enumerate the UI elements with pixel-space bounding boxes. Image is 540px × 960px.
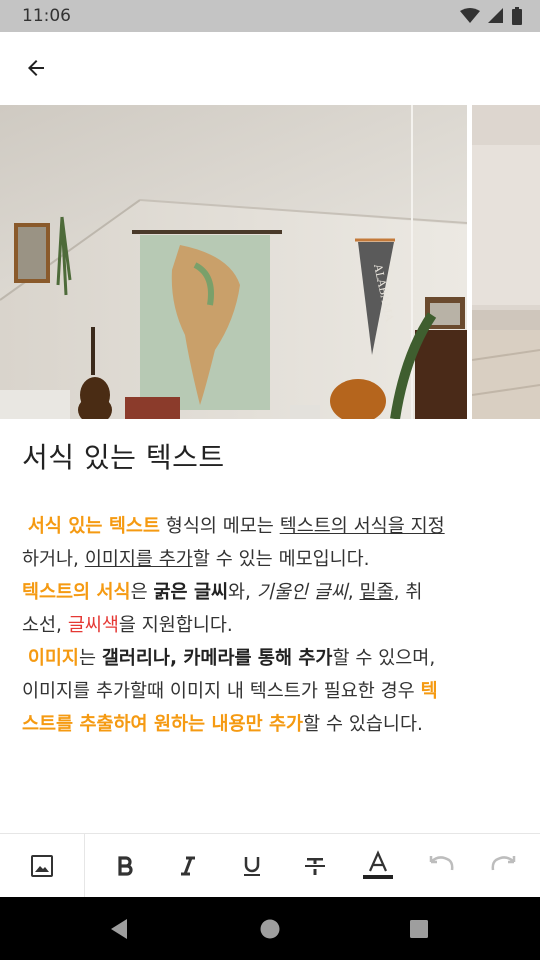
highlight-text: 스트를 추출하여 원하는 내용만 추가: [22, 714, 304, 735]
colored-text: 글씨색: [67, 615, 119, 636]
battery-icon: [512, 7, 522, 25]
underline-icon: [244, 857, 260, 876]
status-time: 11:06: [22, 6, 71, 26]
plain-text: 은: [130, 582, 154, 603]
attached-image[interactable]: ALABAMA: [0, 105, 467, 419]
image-icon: [31, 855, 53, 877]
nav-back-icon: [111, 919, 127, 939]
toolbar-divider: [84, 834, 85, 898]
highlight-text: 서식 있는 텍스트: [27, 516, 160, 537]
back-button[interactable]: [16, 48, 56, 88]
underline-button[interactable]: [232, 846, 272, 886]
undo-button[interactable]: [421, 846, 461, 886]
text-color-icon: [363, 850, 393, 879]
status-bar: 11:06: [0, 0, 540, 32]
room-photo: ALABAMA: [0, 105, 467, 419]
bold-icon: [118, 856, 133, 876]
body-line-3: 텍스트의 서식은 굵은 글씨와, 기울인 글씨, 밑줄, 취: [22, 576, 522, 609]
arrow-back-icon: [28, 60, 44, 76]
nav-recents-button[interactable]: [399, 909, 439, 949]
plain-text: 는: [78, 648, 102, 669]
bold-button[interactable]: [105, 846, 145, 886]
underlined-text: 밑줄: [359, 582, 394, 603]
note-body[interactable]: 서식 있는 텍스트 형식의 메모는 텍스트의 서식을 지정 하거나, 이미지를 …: [22, 510, 522, 741]
text-color-button[interactable]: [358, 846, 398, 886]
italic-icon: [181, 856, 195, 876]
body-line-2: 하거나, 이미지를 추가할 수 있는 메모입니다.: [22, 543, 522, 576]
system-nav-bar: [0, 897, 540, 960]
insert-image-button[interactable]: [22, 846, 62, 886]
bold-text: 굵은 글씨: [153, 582, 228, 603]
underlined-text: 텍스트의 서식을 지정: [279, 516, 445, 537]
nav-home-icon: [260, 919, 280, 939]
plain-text: , 취: [393, 582, 423, 603]
nav-back-button[interactable]: [100, 909, 140, 949]
body-line-5: 이미지는 갤러리나, 카메라를 통해 추가할 수 있으며,: [22, 642, 522, 675]
strikethrough-button[interactable]: [295, 846, 335, 886]
highlight-text: 텍: [420, 681, 438, 702]
plain-text: 하거나,: [22, 549, 85, 570]
plain-text: 할 수 있으며,: [332, 648, 436, 669]
plain-text: 을 지원합니다.: [118, 615, 233, 636]
body-line-7: 스트를 추출하여 원하는 내용만 추가할 수 있습니다.: [22, 708, 522, 741]
plain-text: 와,: [228, 582, 257, 603]
italic-text: 기울인 글씨: [256, 582, 348, 603]
highlight-text: 텍스트의 서식: [22, 582, 131, 603]
wifi-icon: [460, 8, 480, 23]
room-photo-2: [472, 105, 540, 419]
redo-button[interactable]: [484, 846, 524, 886]
status-icons: [460, 7, 522, 25]
strikethrough-icon: [305, 858, 325, 875]
plain-text: 형식의 메모는: [159, 516, 280, 537]
nav-recents-icon: [410, 920, 428, 938]
attached-image-2[interactable]: [472, 105, 540, 419]
underlined-text: 이미지를 추가: [84, 549, 193, 570]
format-toolbar: [0, 833, 540, 898]
signal-icon: [488, 8, 503, 23]
plain-text: 할 수 있는 메모입니다.: [192, 549, 370, 570]
image-gallery[interactable]: ALABAMA: [0, 105, 540, 419]
plain-text: 할 수 있습니다.: [303, 714, 423, 735]
plain-text: 이미지를 추가할때 이미지 내 텍스트가 필요한 경우: [22, 681, 421, 702]
app-bar: [0, 32, 540, 104]
bold-text: 갤러리나, 카메라를 통해 추가: [101, 648, 333, 669]
undo-icon: [429, 856, 454, 871]
redo-icon: [491, 856, 516, 871]
body-line-6: 이미지를 추가할때 이미지 내 텍스트가 필요한 경우 텍: [22, 675, 522, 708]
plain-text: ,: [347, 582, 360, 603]
body-line-4: 소선, 글씨색을 지원합니다.: [22, 609, 522, 642]
body-line-1: 서식 있는 텍스트 형식의 메모는 텍스트의 서식을 지정: [22, 510, 522, 543]
note-title[interactable]: 서식 있는 텍스트: [22, 436, 225, 476]
plain-text: 소선,: [22, 615, 68, 636]
nav-home-button[interactable]: [250, 909, 290, 949]
italic-button[interactable]: [168, 846, 208, 886]
highlight-text: 이미지: [27, 648, 79, 669]
